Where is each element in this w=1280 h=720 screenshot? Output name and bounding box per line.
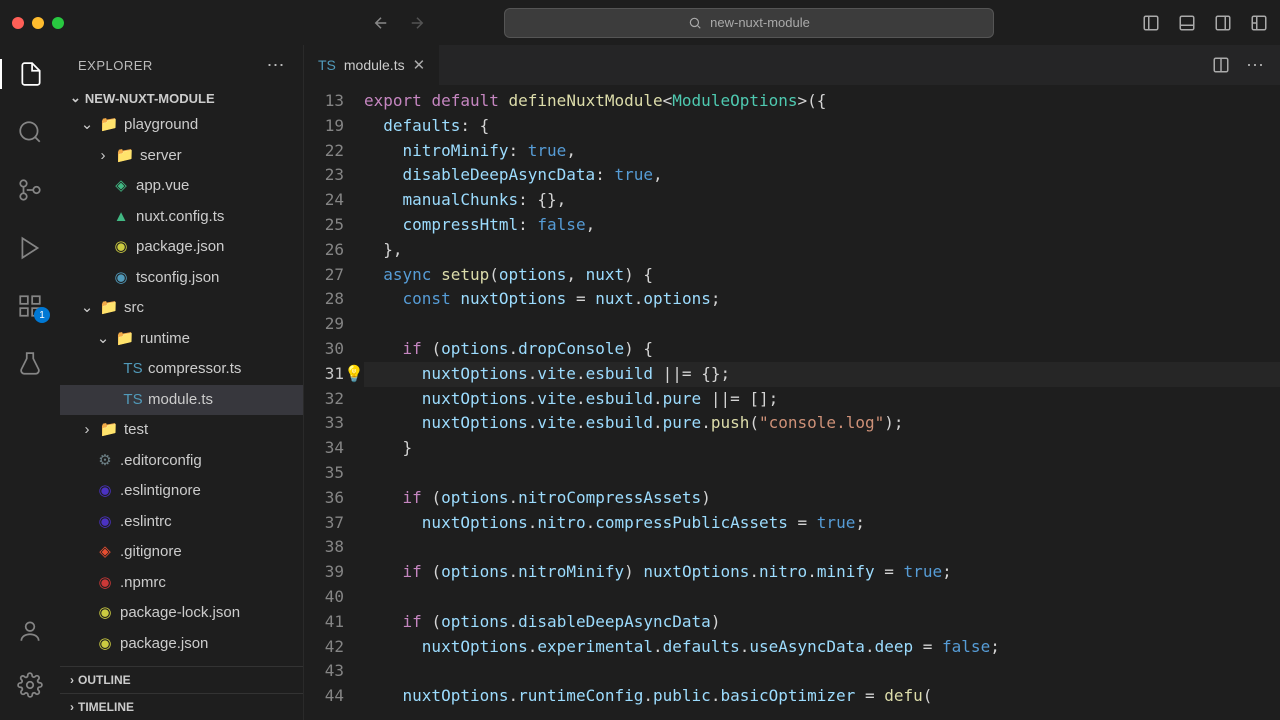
timeline-section[interactable]: ›TIMELINE	[60, 693, 303, 720]
activity-bar: 1	[0, 45, 60, 720]
code-editor[interactable]: 1319222324252627282930313233343536373839…	[304, 85, 1280, 720]
source-control-icon[interactable]	[0, 175, 60, 205]
maximize-window[interactable]	[52, 17, 64, 29]
code-content[interactable]: export default defineNuxtModule<ModuleOp…	[364, 89, 1280, 720]
sidebar-title: EXPLORER	[78, 58, 153, 73]
file-package-lock[interactable]: ◉package-lock.json	[60, 598, 303, 629]
tab-bar: TS module.ts ✕ ⋯	[304, 45, 1280, 85]
layout-panel-icon[interactable]	[1178, 14, 1196, 32]
settings-gear-icon[interactable]	[17, 670, 43, 700]
editor-more-icon[interactable]: ⋯	[1246, 55, 1264, 76]
split-editor-icon[interactable]	[1212, 56, 1230, 74]
file-module[interactable]: TSmodule.ts	[60, 385, 303, 416]
layout-primary-icon[interactable]	[1142, 14, 1160, 32]
search-view-icon[interactable]	[0, 117, 60, 147]
file-gitignore[interactable]: ◈.gitignore	[60, 537, 303, 568]
file-npmrc[interactable]: ◉.npmrc	[60, 568, 303, 599]
folder-playground[interactable]: ⌄📁playground	[60, 110, 303, 141]
customize-layout-icon[interactable]	[1250, 14, 1268, 32]
ts-file-icon: TS	[318, 57, 336, 73]
search-text: new-nuxt-module	[710, 15, 810, 30]
project-header[interactable]: ⌄ NEW-NUXT-MODULE	[60, 86, 303, 110]
folder-src[interactable]: ⌄📁src	[60, 293, 303, 324]
extensions-badge: 1	[34, 307, 50, 323]
back-icon[interactable]	[372, 14, 390, 32]
file-eslintrc[interactable]: ◉.eslintrc	[60, 507, 303, 538]
file-nuxt-config[interactable]: ▲nuxt.config.ts	[60, 202, 303, 233]
testing-view-icon[interactable]	[0, 349, 60, 379]
accounts-icon[interactable]	[17, 616, 43, 646]
file-package-json-root[interactable]: ◉package.json	[60, 629, 303, 660]
close-tab-icon[interactable]: ✕	[413, 56, 426, 74]
search-icon	[688, 16, 702, 30]
folder-runtime[interactable]: ⌄📁runtime	[60, 324, 303, 355]
window-controls	[12, 17, 64, 29]
file-editorconfig[interactable]: ⚙.editorconfig	[60, 446, 303, 477]
nav-arrows	[372, 14, 426, 32]
layout-secondary-icon[interactable]	[1214, 14, 1232, 32]
file-package-json[interactable]: ◉package.json	[60, 232, 303, 263]
folder-test[interactable]: ›📁test	[60, 415, 303, 446]
file-tsconfig[interactable]: ◉tsconfig.json	[60, 263, 303, 294]
outline-section[interactable]: ›OUTLINE	[60, 666, 303, 693]
sidebar-more-icon[interactable]: ⋯	[267, 55, 286, 76]
forward-icon[interactable]	[408, 14, 426, 32]
close-window[interactable]	[12, 17, 24, 29]
titlebar: new-nuxt-module	[0, 0, 1280, 45]
lightbulb-icon[interactable]: 💡	[344, 362, 364, 387]
command-center[interactable]: new-nuxt-module	[504, 8, 994, 38]
editor: TS module.ts ✕ ⋯ 13192223242526272829303…	[304, 45, 1280, 720]
tab-label: module.ts	[344, 57, 405, 73]
explorer-view-icon[interactable]	[0, 59, 60, 89]
minimize-window[interactable]	[32, 17, 44, 29]
sidebar: EXPLORER ⋯ ⌄ NEW-NUXT-MODULE ⌄📁playgroun…	[60, 45, 304, 720]
line-gutter: 1319222324252627282930313233343536373839…	[304, 89, 364, 720]
extensions-view-icon[interactable]: 1	[0, 291, 60, 321]
project-name: NEW-NUXT-MODULE	[85, 91, 215, 106]
file-eslintignore[interactable]: ◉.eslintignore	[60, 476, 303, 507]
tab-module[interactable]: TS module.ts ✕	[304, 45, 440, 85]
folder-server[interactable]: ›📁server	[60, 141, 303, 172]
debug-view-icon[interactable]	[0, 233, 60, 263]
file-compressor[interactable]: TScompressor.ts	[60, 354, 303, 385]
file-app-vue[interactable]: ◈app.vue	[60, 171, 303, 202]
